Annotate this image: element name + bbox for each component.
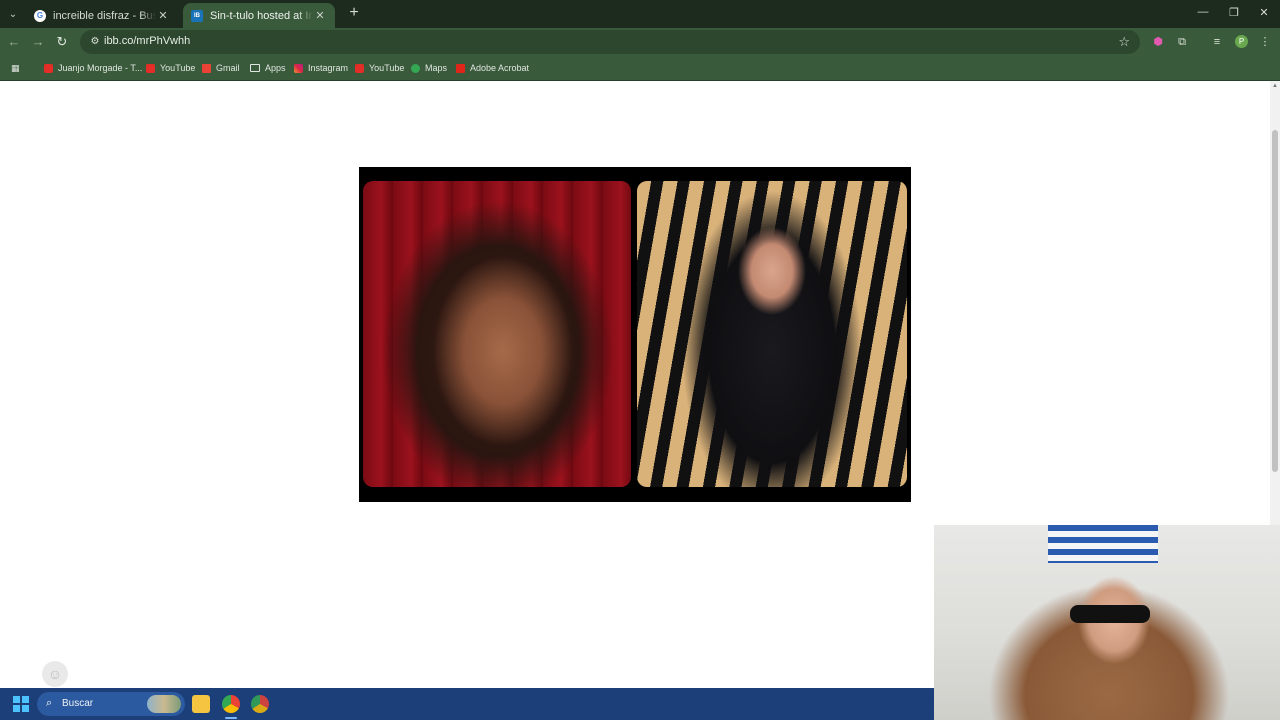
address-bar[interactable]: ⚙ ibb.co/mrPhVwhh ☆ — [80, 30, 1140, 54]
menu-kebab-icon[interactable]: ⋮ — [1258, 35, 1272, 49]
reload-button[interactable]: ↻ — [54, 34, 70, 50]
minimize-button[interactable]: — — [1193, 6, 1213, 18]
windows-start-icon[interactable] — [13, 696, 29, 712]
active-app-indicator — [225, 717, 237, 719]
bookmark-label: Gmail — [216, 63, 240, 73]
instagram-icon — [294, 63, 303, 73]
apps-grid-icon[interactable]: ▦ — [11, 61, 20, 75]
bookmark-juanjo[interactable]: Juanjo Morgade - T... — [44, 61, 142, 75]
extensions-puzzle-icon[interactable]: ⧉ — [1175, 35, 1189, 49]
chrome-icon[interactable] — [222, 695, 240, 713]
bookmark-apps-folder[interactable]: Apps — [250, 61, 286, 75]
bookmark-adobe-acrobat[interactable]: Adobe Acrobat — [456, 61, 529, 75]
tab-title: Sin-t-tulo hosted at ImgBB — ImgBB — [210, 9, 313, 22]
bookmark-label: YouTube — [160, 63, 196, 73]
chat-help-icon[interactable]: ☺ — [42, 661, 68, 687]
bookmark-label: Apps — [265, 63, 286, 73]
bookmark-star-icon[interactable]: ☆ — [1118, 34, 1130, 50]
bookmark-label: YouTube — [369, 63, 405, 73]
bookmark-maps[interactable]: Maps — [411, 61, 447, 75]
browser-toolbar: ← → ↻ ⚙ ibb.co/mrPhVwhh ☆ ⬢ ⧉ ≡ ⋮ — [0, 28, 1280, 56]
acrobat-icon — [456, 63, 465, 73]
restore-button[interactable]: ❐ — [1224, 6, 1244, 19]
youtube-icon — [146, 63, 155, 73]
profile-avatar[interactable]: P — [1235, 35, 1248, 48]
bookmark-label: Adobe Acrobat — [470, 63, 530, 73]
media-controls-icon[interactable]: ≡ — [1210, 35, 1224, 49]
search-highlight-icon — [147, 695, 181, 713]
chrome-secondary-icon[interactable] — [251, 695, 269, 713]
image-right-portrait — [637, 181, 907, 487]
forward-button[interactable]: → — [30, 34, 46, 50]
bookmark-instagram[interactable]: Instagram — [294, 61, 348, 75]
tab-google-search[interactable]: G increible disfraz - Buscar con Google … — [26, 3, 178, 28]
search-placeholder: Buscar — [62, 698, 94, 709]
search-icon: ⌕ — [46, 697, 53, 709]
tab-search-button[interactable]: ⌄ — [4, 5, 22, 23]
maps-icon — [411, 63, 420, 73]
imgbb-icon: IB — [191, 9, 203, 22]
bookmark-label: Instagram — [308, 63, 349, 73]
windows-taskbar: ⌕ Buscar — [0, 688, 934, 720]
bookmark-label: Maps — [425, 63, 448, 73]
folder-icon — [250, 64, 260, 72]
file-explorer-icon[interactable] — [192, 695, 210, 713]
bookmark-gmail[interactable]: Gmail — [202, 61, 240, 75]
gmail-icon — [202, 63, 211, 73]
google-icon: G — [34, 9, 46, 22]
youtube-icon — [355, 63, 364, 73]
image-left-portrait — [363, 181, 631, 487]
bookmark-youtube-2[interactable]: YouTube — [355, 61, 404, 75]
bookmark-label: Juanjo Morgade - T... — [58, 63, 143, 73]
scroll-up-icon[interactable]: ▲ — [1271, 83, 1279, 89]
extension-icon[interactable]: ⬢ — [1151, 35, 1165, 49]
taskbar-search[interactable]: ⌕ Buscar — [37, 692, 185, 716]
close-icon[interactable]: ✕ — [156, 9, 170, 22]
site-info-icon[interactable]: ⚙ — [88, 35, 102, 49]
bookmarks-bar: ▦ Juanjo Morgade - T... YouTube Gmail Ap… — [0, 56, 1280, 81]
new-tab-button[interactable]: + — [346, 5, 362, 21]
webcam-overlay — [934, 525, 1280, 720]
url-text: ibb.co/mrPhVwhh — [104, 35, 191, 47]
tab-imgbb[interactable]: IB Sin-t-tulo hosted at ImgBB — ImgBB ✕ — [183, 3, 335, 28]
youtube-icon — [44, 63, 53, 73]
tab-title: increible disfraz - Buscar con Google — [53, 9, 156, 22]
back-button[interactable]: ← — [6, 34, 22, 50]
flag-background — [1048, 525, 1158, 563]
scrollbar-thumb[interactable] — [1272, 130, 1278, 472]
tab-strip: ⌄ G increible disfraz - Buscar con Googl… — [0, 0, 1280, 28]
streamer-sunglasses — [1070, 605, 1150, 623]
close-icon[interactable]: ✕ — [313, 9, 327, 22]
bookmark-youtube[interactable]: YouTube — [146, 61, 195, 75]
hosted-image[interactable] — [359, 167, 911, 502]
close-window-button[interactable]: ✕ — [1254, 6, 1274, 19]
